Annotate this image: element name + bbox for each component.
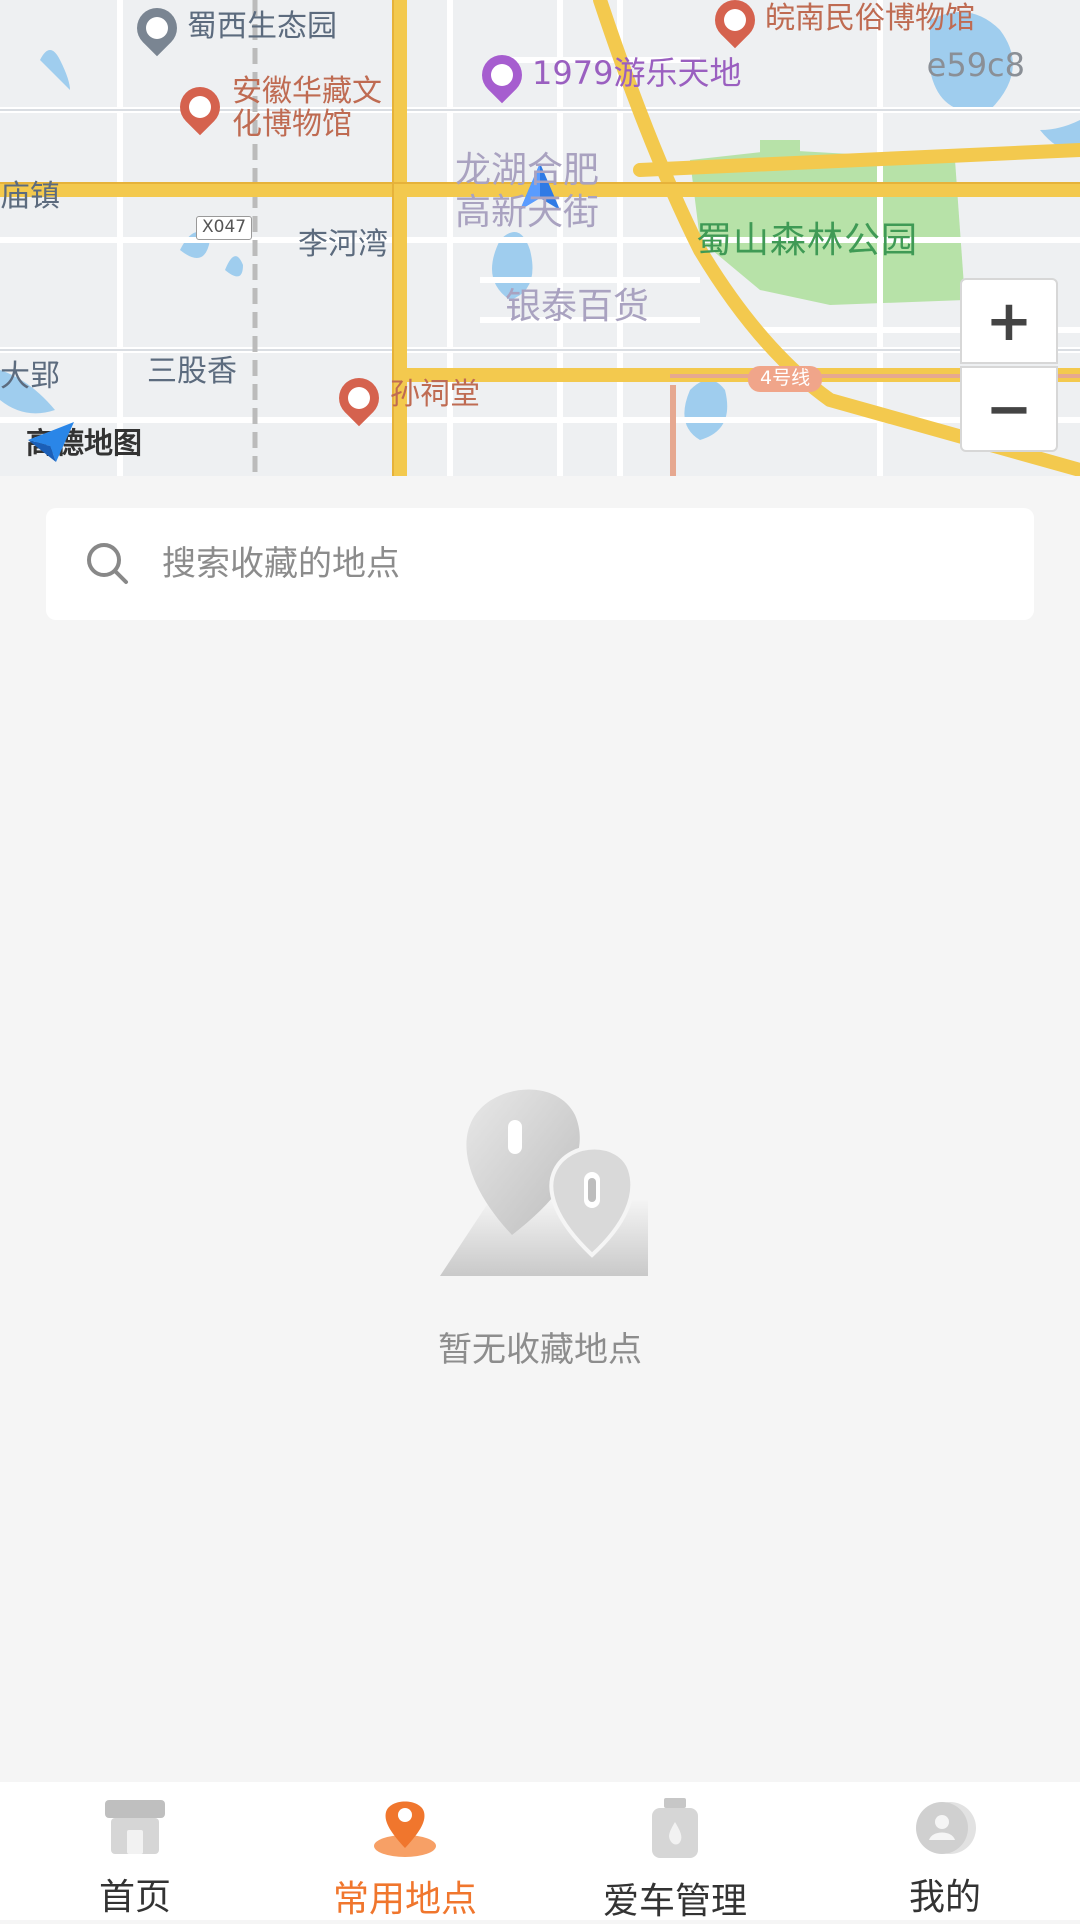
location-pins-icon: [430, 1070, 660, 1294]
profile-icon: [916, 1802, 976, 1854]
amap-logo: 高德地图: [26, 420, 142, 462]
search-input[interactable]: [160, 543, 964, 585]
zoom-in-button[interactable]: +: [960, 278, 1058, 364]
bottom-tab-bar: 首页 常用地点 爱车管理 我的: [0, 1782, 1080, 1922]
search-icon: [87, 543, 128, 584]
search-bar[interactable]: [46, 508, 1034, 620]
map-label[interactable]: 庙镇: [0, 179, 60, 215]
tab-label: 常用地点: [332, 1879, 477, 1920]
tab-profile[interactable]: 我的: [810, 1782, 1080, 1920]
car-fluid-icon: [652, 1798, 698, 1858]
amap-logo-icon: [28, 422, 74, 462]
map-label[interactable]: 蜀西生态园: [187, 9, 337, 45]
empty-state-text: 暂无收藏地点: [438, 1330, 642, 1370]
map-label[interactable]: 李河湾: [298, 227, 388, 263]
road-number-label: X047: [196, 216, 253, 240]
map-label[interactable]: 大郢: [0, 359, 60, 395]
map-label[interactable]: 皖南民俗博物馆: [765, 1, 975, 37]
tab-car-management[interactable]: 爱车管理: [540, 1782, 810, 1922]
map-view[interactable]: 蜀西生态园 皖南民俗博物馆 1979游乐天地 安徽华藏文 化博物馆 龙湖合肥 高…: [0, 0, 1080, 476]
zoom-out-button[interactable]: −: [960, 366, 1058, 452]
map-label[interactable]: 蜀山森林公园: [696, 220, 918, 261]
map-label[interactable]: 1979游乐天地: [532, 55, 741, 92]
tab-favorite-places[interactable]: 常用地点: [270, 1782, 540, 1920]
tab-label: 首页: [98, 1877, 171, 1918]
tab-label: 我的: [908, 1877, 981, 1918]
map-label[interactable]: 银泰百货: [505, 286, 649, 327]
location-pin-icon: [374, 1801, 436, 1857]
map-label[interactable]: 龙湖合肥: [455, 150, 599, 191]
map-label[interactable]: 安徽华藏文: [232, 74, 382, 110]
tab-home[interactable]: 首页: [0, 1782, 270, 1920]
map-label[interactable]: 孙祠堂: [390, 377, 480, 413]
tab-label: 爱车管理: [602, 1881, 747, 1922]
home-icon: [105, 1800, 165, 1854]
metro-line-label: 4号线: [748, 366, 823, 392]
map-label[interactable]: 化博物馆: [232, 107, 352, 143]
map-watermark-code: e59c8: [926, 46, 1025, 84]
map-label[interactable]: 三股香: [147, 354, 237, 390]
map-label[interactable]: 高新天街: [455, 192, 599, 233]
